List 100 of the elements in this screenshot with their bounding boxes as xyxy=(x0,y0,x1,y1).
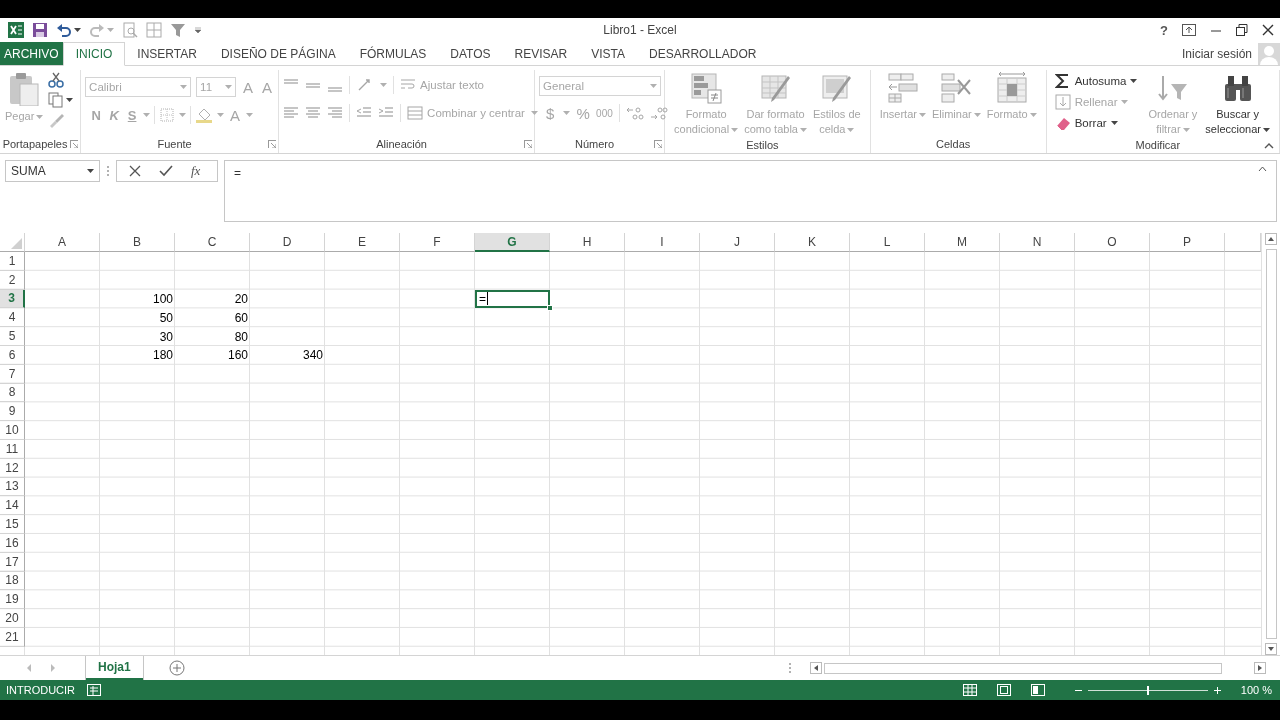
ribbon-tab[interactable]: DISEÑO DE PÁGINA xyxy=(208,42,348,65)
save-icon[interactable] xyxy=(32,22,48,38)
new-sheet-icon[interactable] xyxy=(168,660,185,676)
ribbon-tab[interactable]: DATOS xyxy=(438,42,503,65)
column-header[interactable]: L xyxy=(850,233,925,252)
formula-field[interactable]: = xyxy=(224,160,1277,222)
scroll-up-icon[interactable] xyxy=(1265,233,1277,245)
avatar-icon[interactable] xyxy=(1258,42,1280,65)
table-icon[interactable] xyxy=(146,22,162,38)
row-header[interactable]: 12 xyxy=(0,458,25,478)
column-header[interactable]: I xyxy=(625,233,700,252)
brush-icon[interactable] xyxy=(48,112,65,128)
row-header[interactable]: 14 xyxy=(0,496,25,516)
row-header[interactable]: 13 xyxy=(0,477,25,497)
sign-in-link[interactable]: Iniciar sesión xyxy=(1181,46,1252,61)
ribbon-display-icon[interactable] xyxy=(1182,24,1196,36)
row-header[interactable]: 21 xyxy=(0,627,25,647)
ribbon-tab[interactable]: DESARROLLADOR xyxy=(637,42,769,65)
scrollbar-thumb[interactable] xyxy=(1265,249,1277,639)
page-break-icon[interactable] xyxy=(1030,684,1045,696)
row-header[interactable]: 2 xyxy=(0,270,25,290)
row-header[interactable]: 18 xyxy=(0,571,25,591)
row-header[interactable]: 17 xyxy=(0,552,25,572)
ribbon-tab[interactable]: VISTA xyxy=(579,42,638,65)
print-preview-icon[interactable] xyxy=(122,22,138,38)
collapse-ribbon-icon[interactable] xyxy=(1264,142,1274,149)
column-header[interactable]: F xyxy=(400,233,475,252)
ribbon-tab[interactable]: FÓRMULAS xyxy=(347,42,439,65)
column-header[interactable]: G xyxy=(475,233,550,252)
row-header[interactable]: 9 xyxy=(0,402,25,422)
column-header[interactable]: H xyxy=(550,233,625,252)
border-icon[interactable] xyxy=(159,107,176,123)
cancel-icon[interactable] xyxy=(129,165,141,177)
ribbon-tab[interactable]: REVISAR xyxy=(502,42,580,65)
decimal-increase-icon[interactable] xyxy=(625,105,644,121)
column-header[interactable]: K xyxy=(775,233,850,252)
app-icon[interactable] xyxy=(8,22,24,38)
insert-function-button[interactable]: fx xyxy=(191,163,201,179)
scissors-icon[interactable] xyxy=(48,72,65,88)
row-header[interactable]: 16 xyxy=(0,533,25,553)
collapse-icon[interactable] xyxy=(1258,166,1267,172)
column-header[interactable]: E xyxy=(325,233,400,252)
column-header[interactable]: J xyxy=(700,233,775,252)
redo-icon[interactable] xyxy=(89,22,105,38)
help-button[interactable]: ? xyxy=(1160,22,1168,38)
align-center-icon[interactable] xyxy=(305,105,322,121)
name-box[interactable]: SUMA xyxy=(5,160,100,182)
scroll-right-icon[interactable] xyxy=(1254,662,1266,674)
previous-sheet-icon[interactable] xyxy=(26,664,32,672)
customize-icon[interactable] xyxy=(194,26,202,34)
row-header[interactable]: 20 xyxy=(0,609,25,628)
row-header[interactable]: 8 xyxy=(0,383,25,403)
row-header[interactable]: 15 xyxy=(0,515,25,534)
dialog-launcher-icon[interactable] xyxy=(268,140,277,148)
undo-icon[interactable] xyxy=(56,22,72,38)
zoom-in-icon[interactable] xyxy=(1213,686,1221,694)
zoom-level[interactable]: 100 % xyxy=(1240,684,1280,696)
next-sheet-icon[interactable] xyxy=(50,664,56,672)
column-header[interactable]: P xyxy=(1150,233,1225,252)
active-cell[interactable]: = xyxy=(475,289,550,309)
scroll-left-icon[interactable] xyxy=(810,662,822,674)
restore-icon[interactable] xyxy=(1236,24,1248,36)
column-header[interactable]: D xyxy=(250,233,325,252)
row-header[interactable]: 19 xyxy=(0,590,25,610)
fill-handle[interactable] xyxy=(547,305,553,312)
column-header[interactable]: O xyxy=(1075,233,1150,252)
column-header[interactable]: M xyxy=(925,233,1000,252)
decimal-decrease-icon[interactable] xyxy=(649,105,668,121)
column-header[interactable]: A xyxy=(25,233,100,252)
fill-bucket-icon[interactable] xyxy=(195,107,214,123)
column-header[interactable]: C xyxy=(175,233,250,252)
row-header[interactable]: 6 xyxy=(0,346,25,365)
row-header[interactable]: 1 xyxy=(0,252,25,271)
copy-icon[interactable] xyxy=(48,92,65,108)
row-header[interactable]: 10 xyxy=(0,421,25,440)
ribbon-tab[interactable]: INICIO xyxy=(62,42,126,66)
sheet-tab[interactable]: Hoja1 xyxy=(86,655,143,680)
row-header[interactable]: 4 xyxy=(0,308,25,328)
ribbon-button[interactable]: Autosuma xyxy=(1054,70,1138,91)
macro-record-icon[interactable] xyxy=(87,684,102,696)
ribbon-button[interactable]: Buscar y seleccionar xyxy=(1204,70,1271,137)
page-layout-icon[interactable] xyxy=(996,684,1011,696)
row-header[interactable]: 11 xyxy=(0,439,25,459)
ribbon-button[interactable]: Borrar xyxy=(1054,112,1138,133)
align-left-icon[interactable] xyxy=(283,105,300,121)
ribbon-tab[interactable]: ARCHIVO xyxy=(0,42,63,65)
normal-view-icon[interactable] xyxy=(962,684,977,696)
scrollbar-thumb[interactable] xyxy=(824,662,1222,674)
dialog-launcher-icon[interactable] xyxy=(654,140,663,148)
ribbon-tab[interactable]: INSERTAR xyxy=(125,42,209,65)
filter-icon[interactable] xyxy=(170,22,186,38)
close-icon[interactable] xyxy=(1262,24,1274,36)
dialog-launcher-icon[interactable] xyxy=(524,140,533,148)
align-right-icon[interactable] xyxy=(327,105,344,121)
enter-icon[interactable] xyxy=(159,165,173,177)
row-header[interactable]: 7 xyxy=(0,364,25,384)
column-header[interactable]: N xyxy=(1000,233,1075,252)
row-header[interactable]: 5 xyxy=(0,327,25,346)
dialog-launcher-icon[interactable] xyxy=(70,140,79,148)
select-all-icon[interactable] xyxy=(11,238,22,249)
